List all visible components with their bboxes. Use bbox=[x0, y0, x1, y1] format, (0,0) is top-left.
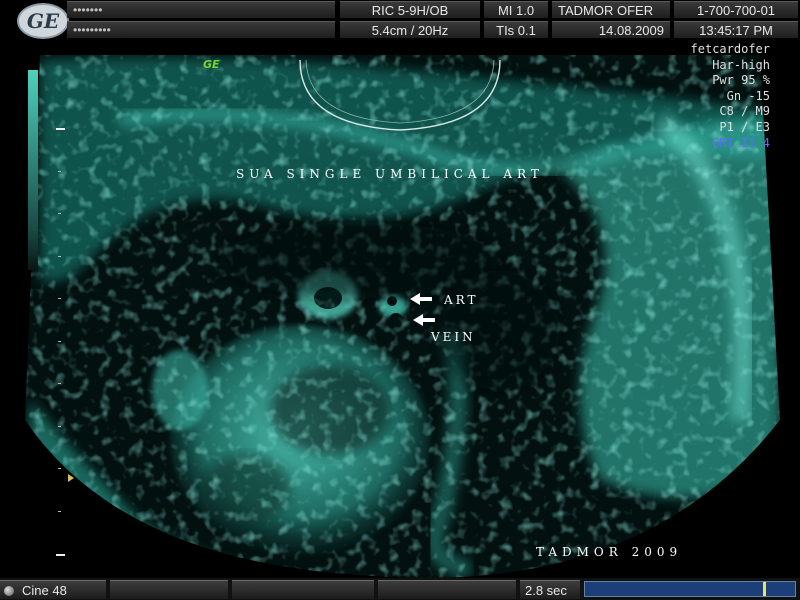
ge-logo: GE bbox=[17, 3, 69, 39]
param-c-m: C8 / M9 bbox=[719, 104, 770, 119]
depth-tick bbox=[58, 511, 61, 512]
probe-label: RIC 5-9H/OB bbox=[340, 1, 480, 18]
mi-value: MI 1.0 bbox=[484, 1, 548, 18]
softkey-1[interactable] bbox=[110, 580, 228, 599]
softkey-2[interactable] bbox=[232, 580, 374, 599]
ge-mark: GE bbox=[203, 58, 220, 71]
orientation-marker bbox=[68, 474, 74, 482]
title-annotation: SUA SINGLE UMBILICAL ART bbox=[236, 167, 544, 181]
patient-id: 1-700-700-01 bbox=[674, 1, 798, 18]
depth-tick bbox=[58, 298, 61, 299]
softkey-3[interactable] bbox=[378, 580, 516, 599]
exam-time: 13:45:17 PM bbox=[674, 21, 798, 38]
label-art: ART bbox=[444, 293, 479, 307]
depth-tick bbox=[56, 128, 65, 130]
param-sri: SRI II 4 bbox=[712, 135, 770, 150]
cine-position-marker[interactable] bbox=[763, 582, 766, 596]
depth-tick bbox=[58, 256, 61, 257]
depth-tick bbox=[58, 383, 61, 384]
cine-duration: 2.8 sec bbox=[520, 580, 580, 599]
cine-label: Cine 48 bbox=[22, 583, 67, 598]
patient-name: TADMOR OFER bbox=[552, 1, 670, 18]
depth-frequency: 5.4cm / 20Hz bbox=[340, 21, 480, 38]
ultrasound-image bbox=[25, 55, 780, 578]
param-power: Pwr 95 % bbox=[712, 73, 770, 88]
gray-scale-bar bbox=[28, 70, 38, 270]
depth-tick bbox=[56, 554, 65, 556]
header-dots-2: ••••••••• bbox=[67, 21, 335, 38]
footer-bar: Cine 48 2.8 sec bbox=[0, 578, 800, 600]
tis-value: TIs 0.1 bbox=[484, 21, 548, 38]
param-gain: Gn -15 bbox=[726, 88, 770, 103]
param-preset: fetcardofer bbox=[690, 42, 770, 56]
scan-sector bbox=[25, 55, 780, 578]
cine-icon bbox=[4, 586, 14, 596]
param-p-e: P1 / E3 bbox=[719, 119, 770, 134]
param-harmonic: Har-high bbox=[712, 57, 770, 72]
cine-progress-bar[interactable] bbox=[584, 581, 796, 597]
depth-tick bbox=[58, 426, 61, 427]
watermark-label: TADMOR 2009 bbox=[536, 545, 683, 559]
header-dots-1: ••••••• bbox=[67, 1, 335, 18]
cine-button[interactable]: Cine 48 bbox=[0, 580, 106, 599]
depth-tick bbox=[58, 468, 61, 469]
depth-tick bbox=[58, 213, 61, 214]
exam-date: 14.08.2009 bbox=[552, 21, 670, 38]
label-vein: VEIN bbox=[431, 330, 476, 344]
header-bar: GE ••••••• RIC 5-9H/OB MI 1.0 TADMOR OFE… bbox=[0, 0, 800, 40]
depth-tick bbox=[58, 171, 61, 172]
depth-tick bbox=[58, 341, 61, 342]
parameter-list: fetcardofer Har-high Pwr 95 % Gn -15 C8 … bbox=[691, 42, 770, 151]
